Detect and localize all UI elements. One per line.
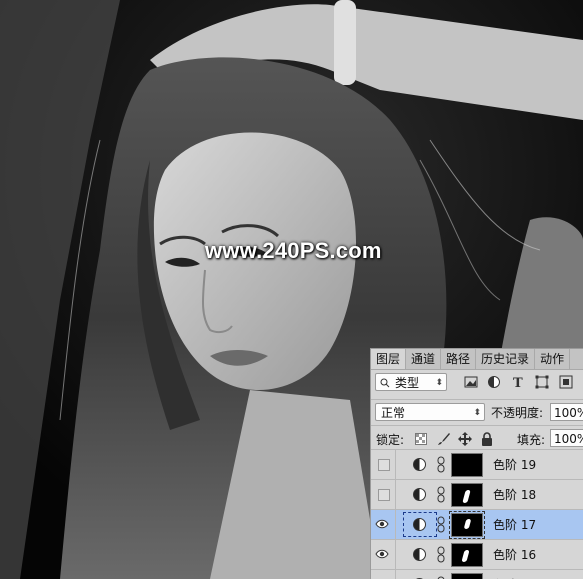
chain-link-icon[interactable] [437, 516, 445, 533]
blend-mode-value: 正常 [381, 406, 406, 420]
divider [395, 540, 396, 570]
image-filter-icon[interactable] [464, 375, 478, 389]
fill-input[interactable]: 100% [550, 429, 583, 447]
mask-stroke [462, 490, 471, 503]
adjustment-layer-icon [413, 458, 426, 471]
adjustment-layer-icon [413, 518, 426, 531]
chain-link-icon[interactable] [437, 486, 445, 503]
divider [371, 399, 583, 400]
layer-row-levels-19[interactable]: 色阶 19 [371, 449, 583, 480]
divider [395, 480, 396, 510]
watermark-text: www.240PS.com [205, 238, 382, 263]
layer-name[interactable]: 色阶 18 [493, 480, 536, 510]
blend-mode-dropdown[interactable]: 正常 ⬍ [375, 403, 485, 421]
layer-filter-dropdown[interactable]: 类型 ⬍ [375, 373, 447, 391]
layer-name[interactable]: 色阶 19 [493, 450, 536, 480]
eye-icon[interactable] [375, 547, 389, 561]
adjustment-filter-icon[interactable] [487, 375, 501, 389]
layer-row-levels-16[interactable]: 色阶 16 [371, 539, 583, 570]
lock-pixels-icon[interactable] [415, 433, 427, 445]
tab-channels[interactable]: 通道 [406, 349, 442, 369]
fill-label: 填充: [517, 433, 546, 447]
tab-history[interactable]: 历史记录 [476, 349, 536, 369]
layer-mask-thumbnail[interactable] [451, 453, 483, 477]
lock-paint-icon[interactable] [437, 432, 451, 446]
layer-name[interactable]: 色阶 17 [493, 510, 536, 540]
layer-mask-thumbnail[interactable] [451, 483, 483, 507]
divider [395, 450, 396, 480]
lock-position-icon[interactable] [458, 432, 472, 446]
lock-all-icon[interactable] [481, 432, 493, 446]
panel-tabs: 图层 通道 路径 历史记录 动作 [371, 349, 583, 370]
layer-name[interactable]: 色阶 9 [493, 570, 528, 579]
tab-paths[interactable]: 路径 [441, 349, 477, 369]
svg-text:T: T [513, 376, 523, 389]
divider [395, 510, 396, 540]
chain-link-icon[interactable] [437, 456, 445, 473]
layers-panel: 图层 通道 路径 历史记录 动作 类型 ⬍ T 正常 ⬍ 不透明度: 100% … [370, 348, 583, 579]
visibility-toggle-off[interactable] [378, 459, 390, 471]
search-icon [380, 378, 390, 388]
layer-mask-thumbnail[interactable] [451, 573, 483, 579]
layer-name[interactable]: 色阶 16 [493, 540, 536, 570]
opacity-input[interactable]: 100% [550, 403, 583, 421]
opacity-label: 不透明度: [491, 406, 544, 420]
layer-mask-thumbnail[interactable] [449, 511, 485, 539]
eye-icon[interactable] [375, 517, 389, 531]
tab-layers[interactable]: 图层 [371, 349, 407, 369]
layer-row-levels-17[interactable]: 色阶 17 [371, 509, 583, 540]
lock-label: 锁定: [376, 433, 405, 447]
shape-filter-icon[interactable] [535, 375, 549, 389]
layer-row-levels-9[interactable]: 色阶 9 [371, 569, 583, 579]
layer-list: 色阶 19 色阶 18 色阶 17 色阶 16 [371, 449, 583, 579]
tab-actions[interactable]: 动作 [535, 349, 571, 369]
type-filter-icon[interactable]: T [511, 375, 525, 389]
smart-object-filter-icon[interactable] [559, 375, 573, 389]
visibility-toggle-off[interactable] [378, 489, 390, 501]
mask-stroke [463, 519, 472, 529]
chain-link-icon[interactable] [437, 546, 445, 563]
canvas: www.240PS.com 图层 通道 路径 历史记录 动作 类型 ⬍ T 正常… [0, 0, 583, 579]
chevron-updown-icon: ⬍ [473, 408, 481, 418]
adjustment-layer-icon [413, 488, 426, 501]
adjustment-layer-icon [413, 548, 426, 561]
divider [371, 425, 583, 426]
layer-mask-thumbnail[interactable] [451, 543, 483, 567]
layer-row-levels-18[interactable]: 色阶 18 [371, 479, 583, 510]
mask-stroke [461, 550, 470, 562]
divider [395, 570, 396, 579]
chevron-updown-icon: ⬍ [435, 378, 443, 388]
filter-kind-label: 类型 [395, 376, 420, 390]
